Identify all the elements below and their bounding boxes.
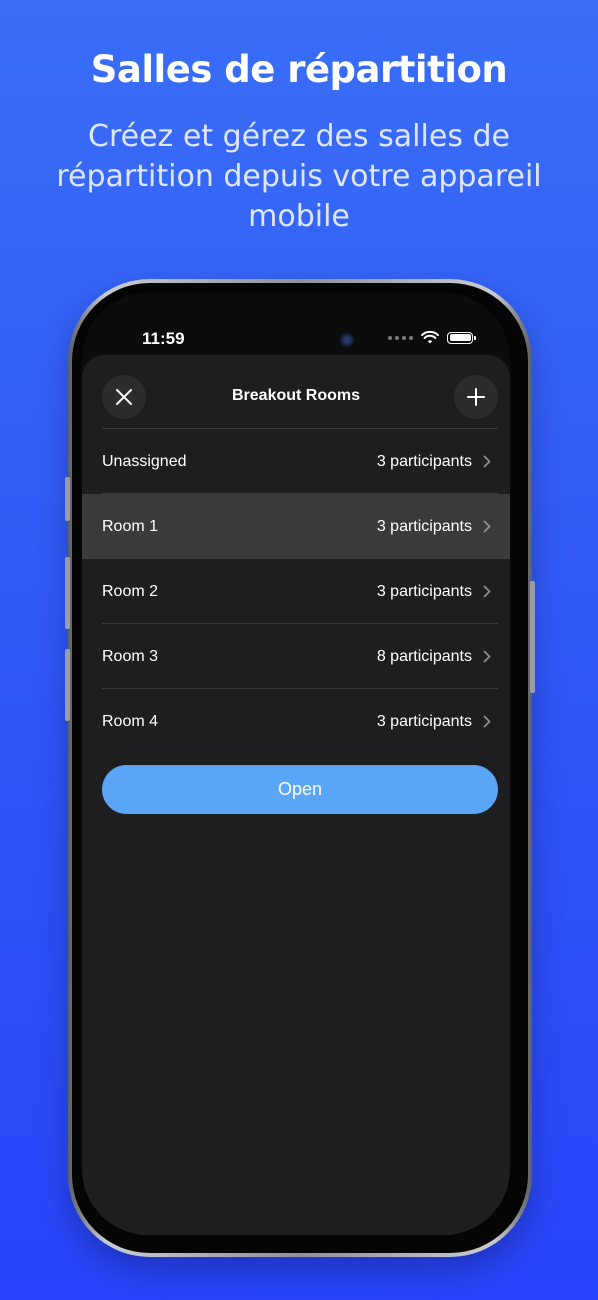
room-participant-count: 8 participants: [376, 647, 472, 665]
promo-subtitle: Créez et gérez des salles de répartition…: [56, 119, 542, 234]
phone-volume-down: [65, 649, 70, 721]
phone-mockup: 11:59 Breakout Rooms Unassigned 3 partic…: [65, 279, 535, 1257]
phone-screen: 11:59 Breakout Rooms Unassigned 3 partic…: [82, 293, 510, 1235]
chevron-right-icon: [483, 650, 491, 663]
phone-volume-up: [65, 557, 70, 629]
room-participant-count: 3 participants: [376, 452, 472, 470]
chevron-right-icon: [483, 715, 491, 728]
status-icons: [388, 331, 476, 344]
battery-icon: [447, 331, 476, 344]
room-row-room-3[interactable]: Room 3 8 participants: [82, 624, 510, 689]
open-rooms-button[interactable]: Open: [102, 765, 498, 814]
room-list: Unassigned 3 participants Room 1 3 parti…: [82, 429, 510, 754]
sheet-title: Breakout Rooms: [231, 387, 361, 404]
wifi-icon: [421, 331, 439, 344]
chevron-right-icon: [483, 520, 491, 533]
room-row-room-4[interactable]: Room 4 3 participants: [82, 689, 510, 754]
room-row-unassigned[interactable]: Unassigned 3 participants: [82, 429, 510, 494]
sheet-header: Breakout Rooms: [82, 355, 510, 431]
room-row-room-2[interactable]: Room 2 3 participants: [82, 559, 510, 624]
chevron-right-icon: [483, 585, 491, 598]
room-row-room-1[interactable]: Room 1 3 participants: [82, 494, 510, 559]
room-participant-count: 3 participants: [376, 517, 472, 535]
close-icon: [116, 389, 132, 405]
signal-dots-icon: [388, 335, 413, 340]
room-name: Room 2: [102, 582, 159, 600]
room-participant-count: 3 participants: [376, 582, 472, 600]
phone-power-button: [530, 581, 535, 693]
promo-title: Salles de répartition: [90, 48, 508, 91]
plus-icon: [467, 388, 485, 406]
phone-silent-switch: [65, 477, 70, 521]
status-time: 11:59: [142, 329, 185, 348]
room-name: Unassigned: [102, 452, 187, 470]
chevron-right-icon: [483, 455, 491, 468]
add-room-button[interactable]: [454, 375, 498, 419]
room-name: Room 3: [102, 647, 159, 665]
room-participant-count: 3 participants: [376, 712, 472, 730]
room-name: Room 4: [102, 712, 159, 730]
camera-dot-icon: [340, 333, 354, 347]
close-button[interactable]: [102, 375, 146, 419]
breakout-rooms-sheet: Breakout Rooms Unassigned 3 participants: [82, 355, 510, 1235]
room-name: Room 1: [102, 517, 159, 535]
